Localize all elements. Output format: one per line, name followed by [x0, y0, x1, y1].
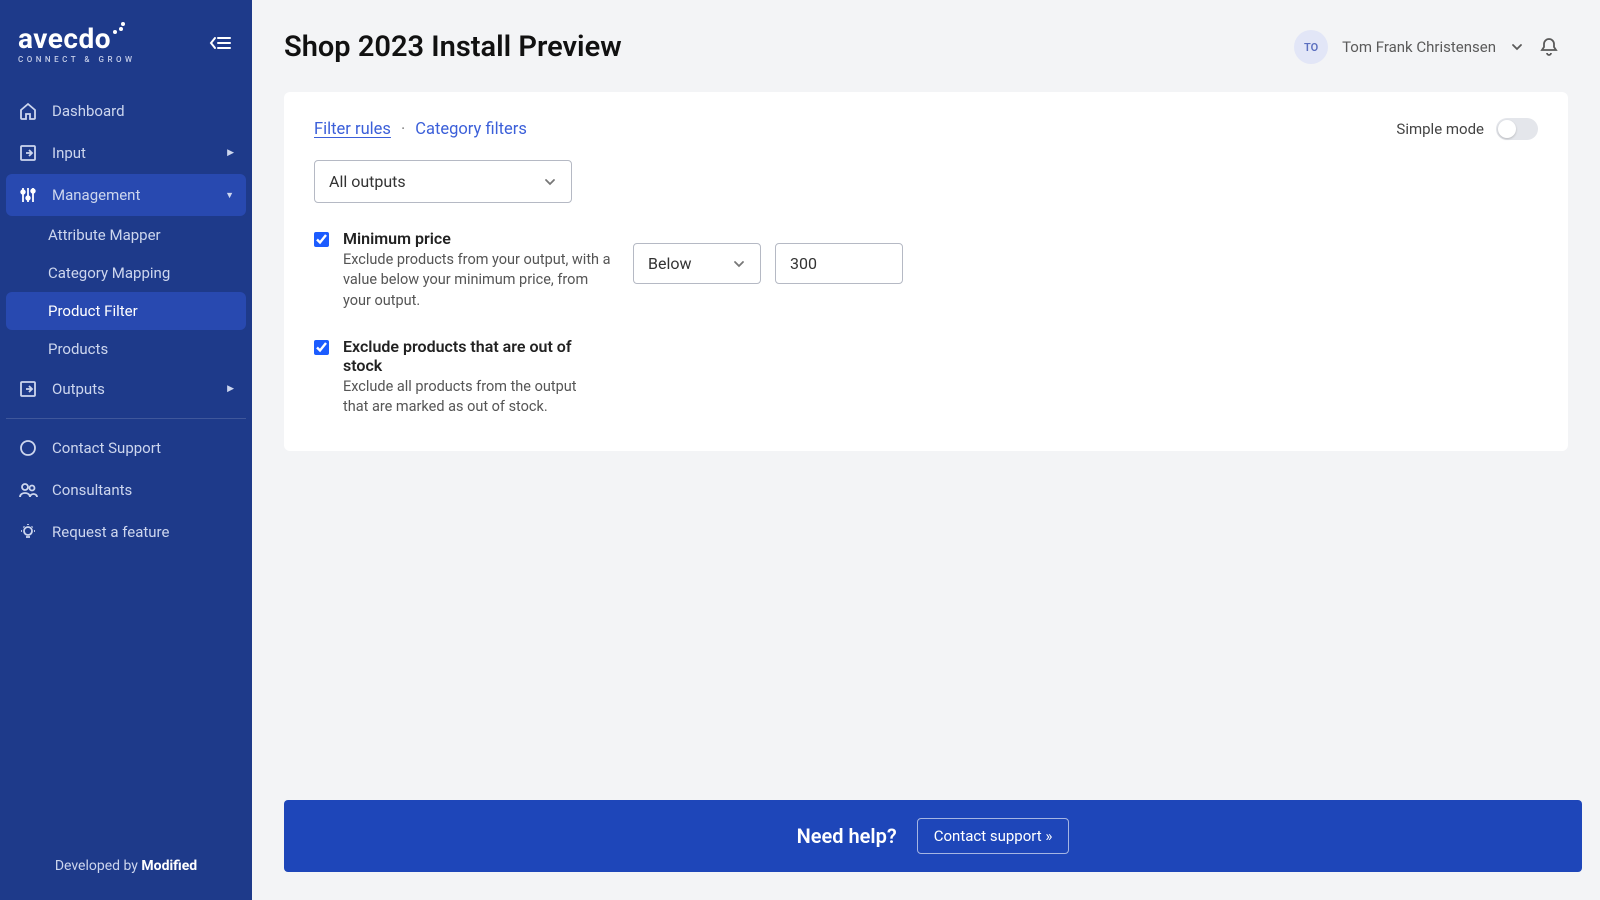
operator-value: Below	[648, 254, 692, 273]
page-title: Shop 2023 Install Preview	[284, 30, 622, 64]
filter-minimum-price: Minimum price Exclude products from your…	[314, 229, 1538, 311]
divider	[6, 418, 246, 419]
brand-name: avecdo	[18, 22, 111, 55]
nav-category-mapping[interactable]: Category Mapping	[0, 254, 252, 292]
nav-label: Management	[52, 186, 140, 204]
nav-label: Contact Support	[52, 439, 161, 457]
outputs-select[interactable]: All outputs	[314, 160, 572, 203]
sidebar: avecdo CONNECT & GROW Dashboard Input ▶ …	[0, 0, 252, 900]
input-icon	[18, 143, 38, 163]
min-price-operator-select[interactable]: Below	[633, 243, 761, 284]
sliders-icon	[18, 185, 38, 205]
help-text: Need help?	[797, 824, 897, 848]
sidebar-header: avecdo CONNECT & GROW	[0, 0, 252, 80]
nav-label: Category Mapping	[48, 264, 170, 282]
filter-title: Minimum price	[343, 229, 619, 248]
footer-prefix: Developed by	[55, 858, 142, 874]
topbar-right: TO Tom Frank Christensen	[1294, 30, 1560, 64]
min-price-checkbox[interactable]	[314, 232, 329, 247]
brand-tagline: CONNECT & GROW	[18, 55, 136, 64]
nav-label: Outputs	[52, 380, 105, 398]
nav-label: Products	[48, 340, 108, 358]
filter-desc: Exclude all products from the output tha…	[343, 377, 603, 418]
nav-label: Consultants	[52, 481, 132, 499]
simple-mode-control: Simple mode	[1396, 118, 1538, 140]
filter-desc: Exclude products from your output, with …	[343, 250, 619, 311]
tab-filter-rules[interactable]: Filter rules	[314, 120, 391, 139]
tab-separator: ·	[401, 120, 405, 139]
chevron-down-icon: ▼	[225, 190, 234, 201]
chevron-down-icon	[543, 175, 557, 189]
tabs: Filter rules · Category filters	[314, 120, 527, 139]
filter-text: Minimum price Exclude products from your…	[343, 229, 619, 311]
nav-input[interactable]: Input ▶	[0, 132, 252, 174]
chevron-down-icon[interactable]	[1510, 40, 1524, 54]
sidebar-collapse-button[interactable]	[206, 29, 234, 57]
nav-product-filter[interactable]: Product Filter	[6, 292, 246, 330]
filter-controls: Below	[633, 229, 903, 284]
output-icon	[18, 379, 38, 399]
sidebar-footer: Developed by Modified	[0, 838, 252, 900]
nav-label: Input	[52, 144, 86, 162]
user-name[interactable]: Tom Frank Christensen	[1342, 38, 1496, 56]
sidebar-nav: Dashboard Input ▶ Management ▼ Attribute…	[0, 80, 252, 553]
chevron-right-icon: ▶	[227, 384, 234, 394]
nav-label: Dashboard	[52, 102, 125, 120]
nav-attribute-mapper[interactable]: Attribute Mapper	[0, 216, 252, 254]
tab-category-filters[interactable]: Category filters	[415, 120, 527, 139]
main-area: Shop 2023 Install Preview TO Tom Frank C…	[252, 0, 1600, 900]
out-of-stock-checkbox[interactable]	[314, 340, 329, 355]
nav-products[interactable]: Products	[0, 330, 252, 368]
chevron-down-icon	[732, 257, 746, 271]
help-banner: Need help? Contact support »	[284, 800, 1582, 872]
users-icon	[18, 480, 38, 500]
bell-icon[interactable]	[1538, 36, 1560, 58]
nav-label: Attribute Mapper	[48, 226, 161, 244]
nav-management[interactable]: Management ▼	[6, 174, 246, 216]
simple-mode-toggle[interactable]	[1496, 118, 1538, 140]
outputs-selected-value: All outputs	[329, 172, 406, 191]
nav-contact-support[interactable]: Contact Support	[0, 427, 252, 469]
nav-label: Product Filter	[48, 302, 138, 320]
user-avatar[interactable]: TO	[1294, 30, 1328, 64]
nav-dashboard[interactable]: Dashboard	[0, 90, 252, 132]
home-icon	[18, 101, 38, 121]
min-price-value-input[interactable]	[775, 243, 903, 284]
brand-logo: avecdo CONNECT & GROW	[18, 22, 136, 64]
chat-icon	[18, 438, 38, 458]
lightbulb-icon	[18, 522, 38, 542]
chevron-right-icon: ▶	[227, 148, 234, 158]
filter-title: Exclude products that are out of stock	[343, 337, 603, 375]
panel-header: Filter rules · Category filters Simple m…	[314, 118, 1538, 140]
nav-consultants[interactable]: Consultants	[0, 469, 252, 511]
brand-dots-icon	[112, 22, 126, 36]
topbar: Shop 2023 Install Preview TO Tom Frank C…	[252, 0, 1600, 74]
filter-text: Exclude products that are out of stock E…	[343, 337, 603, 418]
nav-request-feature[interactable]: Request a feature	[0, 511, 252, 553]
nav-label: Request a feature	[52, 523, 169, 541]
filter-out-of-stock: Exclude products that are out of stock E…	[314, 337, 1538, 418]
nav-outputs[interactable]: Outputs ▶	[0, 368, 252, 410]
footer-brand: Modified	[141, 858, 197, 874]
filter-panel: Filter rules · Category filters Simple m…	[284, 92, 1568, 451]
simple-mode-label: Simple mode	[1396, 120, 1484, 138]
contact-support-button[interactable]: Contact support »	[917, 818, 1070, 854]
